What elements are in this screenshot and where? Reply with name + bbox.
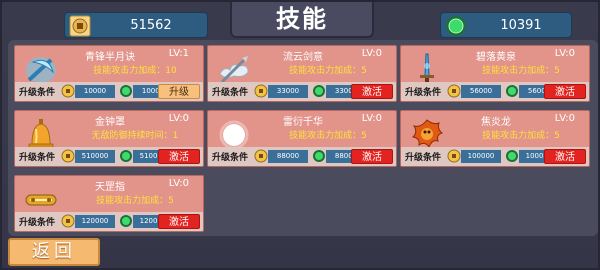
jade-amount: 10391 [500,18,542,33]
gold-cost: 120000 [75,215,115,228]
skill-card: 青锋半月诀 LV:1 技能攻击力加成：10 升级条件 10000 10000 升… [14,45,204,102]
skill-effect: 技能攻击力加成：5 [482,131,560,141]
skill-name: 焦炎龙 [481,117,511,128]
gold-cost: 510000 [75,150,115,163]
upgrade-row: 升级条件 100000 100000 激活 [401,147,589,166]
skill-card: 雷衍千华 LV:0 技能攻击力加成：5 升级条件 88000 88000 激活 [207,110,397,167]
upgrade-condition-label: 升级条件 [212,88,249,98]
gold-coin-icon [61,84,75,98]
upgrade-row: 升级条件 510000 510000 激活 [15,147,203,166]
gold-coin-icon [61,214,75,228]
skill-name: 碧落黄泉 [476,52,516,63]
skill-level: LV:0 [554,113,575,124]
skill-effect: 技能攻击力加成：5 [96,196,174,206]
skill-card: 天罡指 LV:0 技能攻击力加成：5 升级条件 120000 120000 激活 [14,175,204,232]
skill-level: LV:0 [168,178,189,189]
gold-amount: 51562 [130,18,172,33]
skill-level: LV:0 [361,48,382,59]
page-title: 技能 [230,2,374,38]
upgrade-condition-label: 升级条件 [19,88,56,98]
upgrade-condition-label: 升级条件 [19,153,56,163]
activate-button[interactable]: 激活 [158,149,200,164]
jade-currency: 10391 [440,12,572,38]
skill-level: LV:0 [554,48,575,59]
skill-name: 雷衍千华 [283,117,323,128]
upgrade-row: 升级条件 88000 88000 激活 [208,147,396,166]
activate-button[interactable]: 激活 [351,84,393,99]
skill-card: 金钟罩 LV:0 无敌防御持续时间：1 升级条件 510000 510000 激… [14,110,204,167]
upgrade-condition-label: 升级条件 [405,88,442,98]
jade-coin-icon [120,85,132,97]
skill-name: 金钟罩 [95,117,125,128]
skill-card: 碧落黄泉 LV:0 技能攻击力加成：5 升级条件 56000 56000 激活 [400,45,590,102]
gold-coin-icon [447,84,461,98]
jade-coin-icon [313,85,325,97]
skill-card: 流云剑意 LV:0 技能攻击力加成：5 升级条件 33000 33000 激活 [207,45,397,102]
activate-button[interactable]: 激活 [544,84,586,99]
skill-effect: 技能攻击力加成：5 [289,131,367,141]
activate-button[interactable]: 激活 [544,149,586,164]
jade-coin-icon [446,16,466,36]
jade-coin-icon [506,85,518,97]
skill-screen: 51562 技能 10391 青锋半月诀 LV:1 技能攻击力加成：10 升级条… [0,0,600,270]
gold-coin-icon [254,149,268,163]
gold-coin-icon [69,15,91,37]
jade-coin-icon [120,215,132,227]
gold-coin-icon [447,149,461,163]
jade-coin-icon [120,150,132,162]
gold-cost: 100000 [461,150,501,163]
upgrade-row: 升级条件 10000 10000 升级 [15,82,203,101]
gold-cost: 56000 [461,85,501,98]
skill-name: 青锋半月诀 [85,52,135,63]
skill-level: LV:1 [168,48,189,59]
skill-effect: 技能攻击力加成：5 [289,66,367,76]
skill-effect: 技能攻击力加成：5 [482,66,560,76]
gold-cost: 10000 [75,85,115,98]
upgrade-button[interactable]: 升级 [158,84,200,99]
upgrade-row: 升级条件 120000 120000 激活 [15,212,203,231]
gold-coin-icon [254,84,268,98]
upgrade-condition-label: 升级条件 [19,218,56,228]
skill-level: LV:0 [361,113,382,124]
back-button[interactable]: 返回 [8,238,100,266]
skill-card: 焦炎龙 LV:0 技能攻击力加成：5 升级条件 100000 100000 激活 [400,110,590,167]
skill-name: 流云剑意 [283,52,323,63]
activate-button[interactable]: 激活 [158,214,200,229]
upgrade-row: 升级条件 33000 33000 激活 [208,82,396,101]
skill-level: LV:0 [168,113,189,124]
activate-button[interactable]: 激活 [351,149,393,164]
skill-effect: 技能攻击力加成：10 [93,66,177,76]
gold-coin-icon [61,149,75,163]
skill-name: 天罡指 [95,182,125,193]
upgrade-condition-label: 升级条件 [405,153,442,163]
upgrade-row: 升级条件 56000 56000 激活 [401,82,589,101]
gold-currency: 51562 [64,12,208,38]
skill-effect: 无敌防御持续时间：1 [91,131,179,141]
gold-cost: 88000 [268,150,308,163]
jade-coin-icon [506,150,518,162]
jade-coin-icon [313,150,325,162]
gold-cost: 33000 [268,85,308,98]
upgrade-condition-label: 升级条件 [212,153,249,163]
